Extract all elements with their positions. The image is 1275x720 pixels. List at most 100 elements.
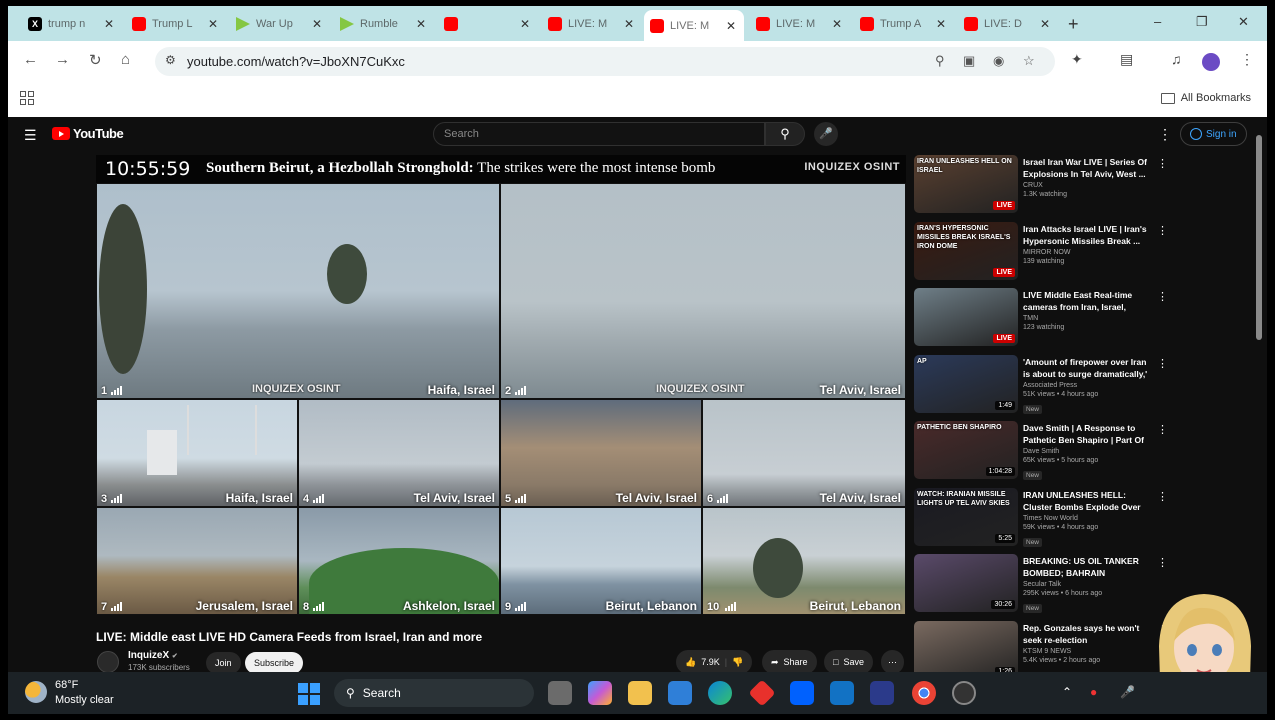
related-channel-name[interactable]: Associated Press [1023,382,1148,389]
related-channel-name[interactable]: Dave Smith [1023,448,1148,455]
tab-close-icon[interactable]: ✕ [726,19,736,33]
search-field[interactable] [433,122,765,146]
related-video-item[interactable]: LIVE LIVE Middle East Real-time cameras f… [914,288,1168,348]
browser-tab[interactable]: LIVE: M ✕ [542,11,642,37]
site-info-icon[interactable]: ⚙ [165,53,176,67]
microphone-tray-icon[interactable]: 🎤 [1120,685,1135,699]
extensions-icon[interactable]: ✦ [1071,51,1083,68]
tab-close-icon[interactable]: ✕ [936,17,946,31]
tray-overflow-icon[interactable]: ⌃ [1062,685,1072,699]
browser-tab[interactable]: Xtrump n ✕ [22,11,122,37]
tray-app-icon[interactable]: ● [1090,685,1097,699]
new-tab-icon[interactable]: + [1068,14,1079,35]
home-icon[interactable]: ⌂ [121,51,130,68]
app-red-icon[interactable] [748,679,776,707]
related-video-item[interactable]: 30:26 BREAKING: US OIL TANKER BOMBED; BAH… [914,554,1168,614]
bookmark-star-icon[interactable]: ☆ [1023,53,1035,69]
tab-close-icon[interactable]: ✕ [104,17,114,31]
menu-kebab-icon[interactable]: ⋮ [1240,51,1254,68]
related-channel-name[interactable]: CRUX [1023,182,1148,189]
video-thumbnail[interactable]: IRAN UNLEASHES HELL ON ISRAEL LIVE [914,155,1018,213]
video-thumbnail[interactable]: AP 1:49 [914,354,1018,413]
join-button[interactable]: Join [206,652,241,674]
related-channel-name[interactable]: TMN [1023,315,1148,322]
app-lightning-icon[interactable] [870,681,894,705]
browser-tab[interactable]: ✕ [438,11,538,37]
related-video-title[interactable]: LIVE Middle East Real-time cameras from … [1023,289,1148,313]
related-channel-name[interactable]: KTSM 9 NEWS [1023,648,1148,655]
tab-close-icon[interactable]: ✕ [208,17,218,31]
tab-close-icon[interactable]: ✕ [1040,17,1050,31]
video-options-icon[interactable]: ⋮ [1157,290,1168,303]
browser-tab[interactable]: Trump A ✕ [854,11,954,37]
start-button[interactable] [298,683,320,705]
related-video-item[interactable]: IRAN UNLEASHES HELL ON ISRAEL LIVE Israel … [914,155,1168,215]
save-button[interactable]: □ Save [824,650,873,674]
related-channel-name[interactable]: MIRROR NOW [1023,249,1148,256]
video-options-icon[interactable]: ⋮ [1157,423,1168,436]
copilot-icon[interactable] [588,681,612,705]
related-video-item[interactable]: AP 1:49 'Amount of firepower over Iran is … [914,354,1168,415]
video-thumbnail[interactable]: 1:26 [914,620,1018,679]
channel-name[interactable]: InquizeX ✔ [128,650,178,661]
related-video-item[interactable]: WATCH: IRANIAN MISSILE LIGHTS UP TEL AVI… [914,487,1168,548]
channel-avatar[interactable] [97,651,119,673]
video-options-icon[interactable]: ⋮ [1157,357,1168,370]
search-button[interactable]: ⚲ [765,122,805,146]
video-player[interactable]: 10:55:59 Southern Beirut, a Hezbollah St… [96,155,906,615]
related-video-title[interactable]: Iran Attacks Israel LIVE | Iran's Hypers… [1023,223,1148,247]
related-video-title[interactable]: Rep. Gonzales says he won't seek re-elec… [1023,622,1148,646]
outlook-icon[interactable] [830,681,854,705]
install-app-icon[interactable]: ▣ [963,53,975,69]
tab-close-icon[interactable]: ✕ [832,17,842,31]
tab-close-icon[interactable]: ✕ [416,17,426,31]
forward-icon[interactable]: → [55,51,70,68]
back-icon[interactable]: ← [23,51,38,68]
taskbar-search[interactable]: ⚲ Search [334,679,534,707]
like-icon[interactable]: 👍 [685,657,696,668]
browser-tab[interactable]: Rumble ✕ [334,11,434,37]
voice-search-button[interactable]: 🎤 [814,122,838,146]
media-control-icon[interactable]: ♫ [1171,51,1182,67]
obs-icon[interactable] [952,681,976,705]
video-thumbnail[interactable]: IRAN'S HYPERSONIC MISSILES BREAK ISRAEL'… [914,221,1018,280]
task-view-icon[interactable] [548,681,572,705]
video-thumbnail[interactable]: LIVE [914,288,1018,346]
settings-kebab-icon[interactable]: ⋮ [1158,126,1172,143]
file-explorer-icon[interactable] [628,681,652,705]
channel-name-text[interactable]: InquizeX [128,650,169,661]
edge-icon[interactable] [708,681,732,705]
weather-icon[interactable] [25,681,47,703]
chrome-icon[interactable] [912,681,936,705]
scrollbar[interactable] [1256,135,1262,340]
weather-temp[interactable]: 68°F [55,679,78,691]
maximize-icon[interactable]: ❐ [1196,14,1208,30]
dislike-icon[interactable]: 👎 [732,657,743,668]
url-text[interactable]: youtube.com/watch?v=JboXN7CuKxc [187,54,405,69]
video-thumbnail[interactable]: WATCH: IRANIAN MISSILE LIGHTS UP TEL AVI… [914,487,1018,546]
video-options-icon[interactable]: ⋮ [1157,490,1168,503]
video-thumbnail[interactable]: 30:26 [914,554,1018,612]
reload-icon[interactable]: ↻ [89,51,102,69]
related-video-title[interactable]: Dave Smith | A Response to Pathetic Ben … [1023,422,1148,446]
video-thumbnail[interactable]: PATHETIC BEN SHAPIRO 1:04:28 [914,421,1018,479]
profile-avatar[interactable] [1202,53,1220,71]
tab-close-icon[interactable]: ✕ [312,17,322,31]
address-bar[interactable]: ⚙ youtube.com/watch?v=JboXN7CuKxc ⚲ ▣ ◉ … [155,47,1055,76]
dropbox-icon[interactable] [790,681,814,705]
related-video-title[interactable]: BREAKING: US OIL TANKER BOMBED; BAHRAIN … [1023,555,1148,579]
like-count[interactable]: 7.9K [701,657,720,667]
tab-close-icon[interactable]: ✕ [624,17,634,31]
share-button[interactable]: ➦ Share [762,650,817,674]
subscribe-button[interactable]: Subscribe [245,652,304,674]
related-video-item[interactable]: PATHETIC BEN SHAPIRO 1:04:28 Dave Smith | … [914,421,1168,481]
browser-tab[interactable]: LIVE: M ✕ [644,10,744,41]
store-icon[interactable] [668,681,692,705]
eye-icon[interactable]: ◉ [993,53,1004,69]
window-close-icon[interactable]: ✕ [1238,14,1249,30]
browser-tab[interactable]: Trump L ✕ [126,11,226,37]
search-input[interactable] [434,123,764,145]
related-video-title[interactable]: 'Amount of firepower over Iran is about … [1023,356,1148,380]
tab-close-icon[interactable]: ✕ [520,17,530,31]
all-bookmarks-button[interactable]: All Bookmarks [1160,92,1251,104]
